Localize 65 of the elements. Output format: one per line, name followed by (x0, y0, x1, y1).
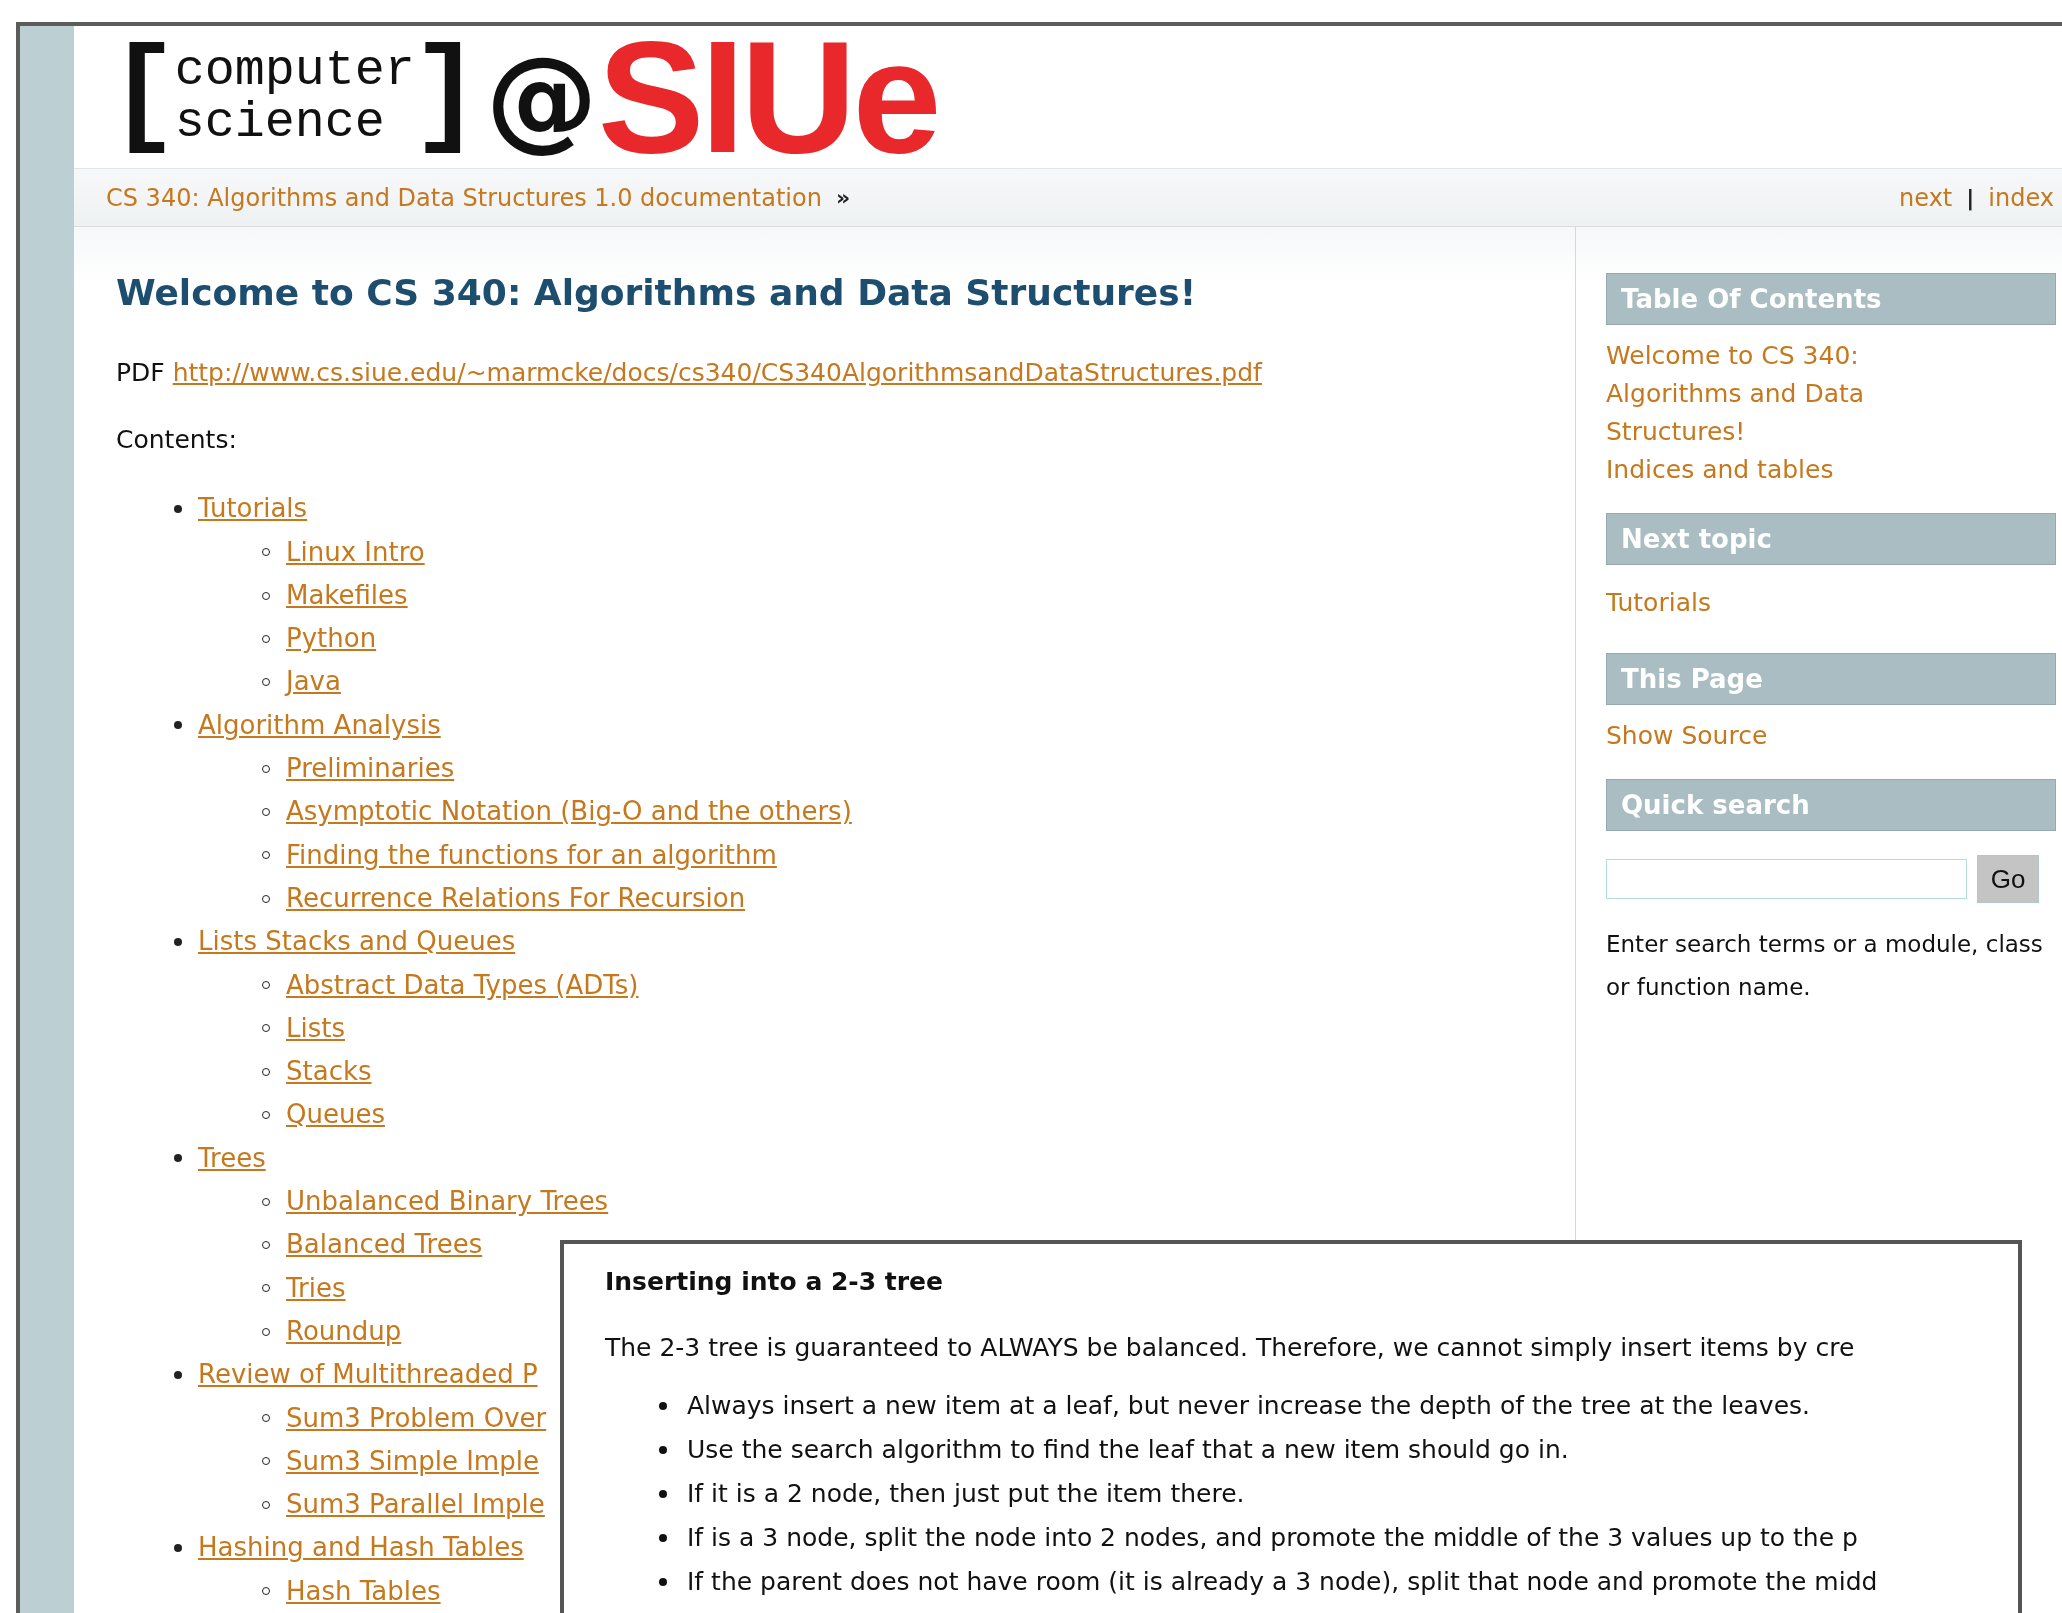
toc-link[interactable]: Algorithm Analysis (198, 703, 441, 748)
note-bullet-text: If it is a 2 node, then just put the item there. (687, 1478, 1245, 1510)
search-help-text: Enter search terms or a module, class or function name. (1606, 930, 2044, 1003)
note-title: Inserting into a 2-3 tree (605, 1266, 944, 1298)
note-bullet-text: If the parent does not have room (it is already a 3 node), split that node and promote the midd (687, 1566, 1878, 1598)
sidebar-heading: This Page (1606, 653, 2056, 706)
bullet-icon (174, 1370, 182, 1379)
toc-link[interactable]: Linux Intro (286, 530, 425, 574)
toc-link[interactable]: Roundup (286, 1309, 402, 1354)
note-bullet-text: Use the search algorithm to find the leaf that a new item should go in. (687, 1434, 1569, 1466)
toc-link[interactable]: Lists Stacks and Queues (198, 920, 516, 964)
bullet-icon (174, 1544, 182, 1553)
bullet-icon (174, 937, 182, 946)
sidebar-heading: Next topic (1606, 513, 2056, 566)
toc-link[interactable]: Sum3 Parallel Imple (286, 1483, 545, 1527)
toc-link[interactable]: Tutorials (198, 487, 308, 531)
breadcrumb-link[interactable]: CS 340: Algorithms and Data Structures 1.0 documentation (106, 183, 822, 212)
toc-link[interactable]: Abstract Data Types (ADTs) (286, 963, 639, 1007)
bullet-icon (659, 1490, 667, 1498)
nav-link[interactable]: next (1899, 183, 1953, 212)
toc-link[interactable]: Hashing and Hash Tables (198, 1526, 524, 1570)
toc-link[interactable]: Recurrence Relations For Recursion (286, 876, 746, 921)
search-field[interactable] (1606, 859, 1967, 900)
pdf-label: PDF (116, 358, 165, 388)
toc-link[interactable]: Tries (286, 1266, 346, 1310)
toc-link[interactable]: Lists (286, 1006, 345, 1051)
toc-link[interactable]: Preliminaries (286, 747, 455, 791)
nav-link[interactable]: index (1988, 183, 2054, 212)
bullet-icon (659, 1446, 667, 1454)
bullet-icon (174, 504, 182, 513)
page-title: Welcome to CS 340: Algorithms and Data Structures! (116, 271, 1198, 316)
bullet-icon (174, 721, 182, 730)
bullet-icon (659, 1578, 667, 1586)
toc-link[interactable]: Unbalanced Binary Trees (286, 1180, 609, 1224)
go-button[interactable]: Go (1977, 855, 2039, 904)
note-bullet-text: If is a 3 node, split the node into 2 nodes, and promote the middle of the 3 values up to the p (687, 1522, 1858, 1554)
sidebar-link[interactable]: Welcome to CS 340: Algorithms and Data Structures! (1606, 337, 1896, 452)
sidebar-heading: Quick search (1606, 779, 2056, 832)
note-paragraph: The 2-3 tree is guaranteed to ALWAYS be balanced. Therefore, we cannot simply insert items by cre (605, 1332, 1856, 1364)
sidebar-link[interactable]: Indices and tables (1606, 451, 1834, 490)
toc-link[interactable]: Hash Tables (286, 1569, 441, 1613)
toc-link[interactable]: Makefiles (286, 573, 408, 618)
toc-link[interactable]: Queues (286, 1093, 385, 1137)
note-bullet-text: Always insert a new item at a leaf, but never increase the depth of the tree at the leaves. (687, 1390, 1810, 1422)
toc-link[interactable]: Finding the functions for an algorithm (286, 833, 777, 877)
sidebar-link[interactable]: Tutorials (1606, 584, 1711, 623)
toc-link[interactable]: Stacks (286, 1050, 372, 1094)
toc-link[interactable]: Java (286, 660, 341, 704)
toc-link[interactable]: Asymptotic Notation (Big-O and the others) (286, 790, 852, 834)
sidebar-link[interactable]: Show Source (1606, 717, 1768, 756)
bullet-icon (174, 1154, 182, 1163)
bullet-icon (659, 1402, 667, 1410)
breadcrumb-separator: » (835, 185, 851, 211)
toc-link[interactable]: Review of Multithreaded P (198, 1353, 538, 1397)
pdf-link[interactable]: http://www.cs.siue.edu/~marmcke/docs/cs340/CS340AlgorithmsandDataStructures.pdf (172, 358, 1262, 388)
toc-link[interactable]: Sum3 Simple Imple (286, 1439, 539, 1484)
nav-divider: | (1966, 185, 1975, 211)
toc-link[interactable]: Balanced Trees (286, 1223, 483, 1267)
contents-label: Contents: (116, 425, 237, 455)
bullet-icon (659, 1534, 667, 1542)
toc-link[interactable]: Python (286, 617, 377, 661)
logo-name: SIUe (597, 17, 938, 177)
toc-link[interactable]: Trees (198, 1136, 266, 1181)
sidebar-heading: Table Of Contents (1606, 273, 2056, 326)
toc-link[interactable]: Sum3 Problem Over (286, 1396, 547, 1440)
